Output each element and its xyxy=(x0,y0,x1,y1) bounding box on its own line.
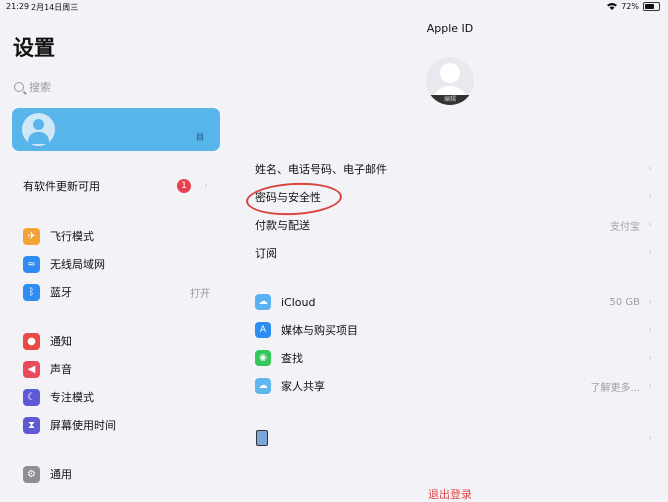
gear-icon: ⚙ xyxy=(23,465,40,483)
services-group: ☁ iCloud 50 GB › A 媒体与购买项目 › ◉ 查找 › ☁ 家人共享 了解更多... › xyxy=(242,288,654,400)
sidebar-item-label: 专注模式 xyxy=(50,391,94,404)
sidebar-item-value: 打开 xyxy=(190,288,210,300)
chevron-right-icon: › xyxy=(648,297,652,307)
chevron-right-icon: › xyxy=(648,220,652,230)
battery-percent: 72% xyxy=(621,2,639,11)
sidebar-item-label: 屏幕使用时间 xyxy=(50,419,116,432)
row-label: 订阅 xyxy=(255,247,277,260)
notifications-group: ● 通知 ◀ 声音 ☾ 专注模式 ⧗ 屏幕使用时间 xyxy=(12,327,220,439)
chevron-right-icon: › xyxy=(648,325,652,335)
sidebar-item-label: 通用 xyxy=(50,468,72,481)
app-store-icon: A xyxy=(255,322,271,338)
account-row[interactable]: 订阅 › xyxy=(242,239,654,267)
row-label: 付款与配送 xyxy=(255,219,310,232)
moon-icon: ☾ xyxy=(23,388,40,406)
sidebar-item-label: 蓝牙 xyxy=(50,286,72,299)
devices-group: › xyxy=(242,424,654,452)
sidebar-item-label: 飞行模式 xyxy=(50,230,94,243)
family-sharing-icon: ☁ xyxy=(255,378,271,394)
chevron-right-icon: › xyxy=(648,248,652,258)
sidebar-item-label: 声音 xyxy=(50,363,72,376)
sidebar-item[interactable]: ⚙ 通用 xyxy=(12,460,220,488)
row-label: iCloud xyxy=(281,295,316,309)
apple-id-panel: Apple ID 编辑 姓名、电话号码、电子邮件 › 密码与安全性 › 付款与配送 支付宝… xyxy=(232,14,668,501)
apple-id-avatar[interactable]: 编辑 xyxy=(426,57,474,105)
search-placeholder: 搜索 xyxy=(29,81,51,94)
sidebar-item[interactable]: ≈ 无线局域网 xyxy=(12,250,220,278)
bluetooth-icon: ᛒ xyxy=(23,283,40,301)
avatar-head xyxy=(440,63,460,83)
chevron-right-icon: › xyxy=(648,381,652,391)
sidebar-item[interactable]: ◀ 声音 xyxy=(12,355,220,383)
search-field[interactable]: 搜索 xyxy=(14,79,51,95)
row-label: 查找 xyxy=(281,352,303,365)
status-bar: 21:29 2月14日周三 72% xyxy=(0,0,668,14)
row-value: 50 GB xyxy=(609,296,640,308)
wifi-icon: ≈ xyxy=(23,255,40,273)
battery-icon xyxy=(643,2,660,11)
airplane-icon: ✈ xyxy=(23,227,40,245)
sidebar-item[interactable]: ᛒ 蓝牙 打开 xyxy=(12,278,220,306)
wifi-status-icon xyxy=(607,3,618,10)
account-row[interactable]: A 媒体与购买项目 › xyxy=(242,316,654,344)
software-update-group: 有软件更新可用 1 › xyxy=(12,172,220,200)
sidebar-item[interactable]: ☾ 专注模式 xyxy=(12,383,220,411)
device-row[interactable]: › xyxy=(242,424,654,452)
row-label: 姓名、电话号码、电子邮件 xyxy=(255,163,387,176)
sidebar-item[interactable]: ● 通知 xyxy=(12,327,220,355)
speaker-icon: ◀ xyxy=(23,360,40,378)
chevron-right-icon: › xyxy=(648,164,652,174)
row-label: 家人共享 xyxy=(281,380,325,393)
avatar-edit-label: 编辑 xyxy=(426,95,474,105)
update-badge: 1 xyxy=(177,179,191,193)
general-group: ⚙ 通用 xyxy=(12,460,220,488)
find-my-icon: ◉ xyxy=(255,350,271,366)
sidebar-item-label: 通知 xyxy=(50,335,72,348)
chevron-right-icon: › xyxy=(648,192,652,202)
apple-id-profile-card[interactable]: 目 xyxy=(12,108,220,151)
sidebar-item[interactable]: ✈ 飞行模式 xyxy=(12,222,220,250)
page-title: 设置 xyxy=(13,36,55,60)
account-row[interactable]: ◉ 查找 › xyxy=(242,344,654,372)
search-icon xyxy=(14,82,24,92)
row-value: 了解更多... xyxy=(590,382,640,394)
status-right: 72% xyxy=(607,2,660,11)
chevron-right-icon: › xyxy=(648,433,652,443)
row-label: 媒体与购买项目 xyxy=(281,324,358,337)
icloud-icon: ☁ xyxy=(255,294,271,310)
ipad-device-icon xyxy=(256,430,268,446)
profile-tail-text: 目 xyxy=(196,133,204,142)
chevron-right-icon: › xyxy=(648,353,652,363)
bell-icon: ● xyxy=(23,332,40,350)
status-time: 21:29 xyxy=(6,2,30,11)
row-value: 支付宝 xyxy=(610,221,640,233)
account-row[interactable]: 姓名、电话号码、电子邮件 › xyxy=(242,155,654,183)
status-date: 2月14日周三 xyxy=(31,3,79,12)
software-update-row[interactable]: 有软件更新可用 1 › xyxy=(12,172,220,200)
avatar xyxy=(22,113,55,146)
sidebar-item[interactable]: ⧗ 屏幕使用时间 xyxy=(12,411,220,439)
connectivity-group: ✈ 飞行模式 ≈ 无线局域网 ᛒ 蓝牙 打开 xyxy=(12,222,220,306)
account-row[interactable]: 付款与配送 支付宝 › xyxy=(242,211,654,239)
sidebar-item-label: 无线局域网 xyxy=(50,258,105,271)
chevron-right-icon: › xyxy=(204,181,208,191)
account-row[interactable]: ☁ iCloud 50 GB › xyxy=(242,288,654,316)
panel-title: Apple ID xyxy=(426,22,474,35)
account-row[interactable]: ☁ 家人共享 了解更多... › xyxy=(242,372,654,400)
hourglass-icon: ⧗ xyxy=(23,416,40,434)
